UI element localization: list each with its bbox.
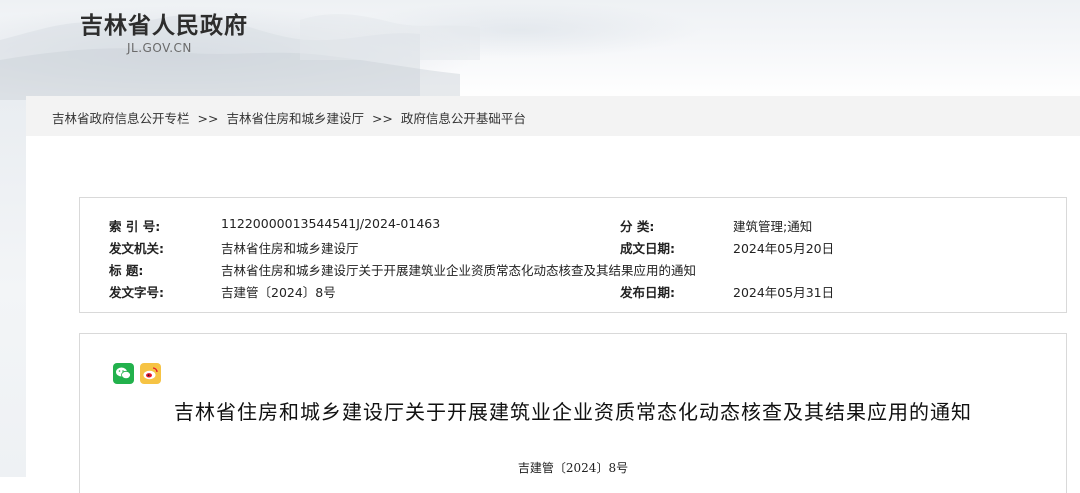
article-doc-number: 吉建管〔2024〕8号 <box>517 461 629 475</box>
breadcrumb-link-open-column[interactable]: 吉林省政府信息公开专栏 <box>52 111 190 126</box>
breadcrumb: 吉林省政府信息公开专栏 >> 吉林省住房和城乡建设厅 >> 政府信息公开基础平台 <box>52 108 526 127</box>
breadcrumb-link-department[interactable]: 吉林省住房和城乡建设厅 <box>226 111 364 126</box>
info-row-issuer: 发文机关: 吉林省住房和城乡建设厅 成文日期: 2024年05月20日 <box>80 238 1066 258</box>
issuer-value: 吉林省住房和城乡建设厅 <box>221 241 359 256</box>
site-logo-title[interactable]: 吉林省人民政府 <box>80 6 248 40</box>
breadcrumb-bar: 吉林省政府信息公开专栏 >> 吉林省住房和城乡建设厅 >> 政府信息公开基础平台 <box>26 96 1080 136</box>
breadcrumb-link-platform[interactable]: 政府信息公开基础平台 <box>401 111 526 126</box>
index-value: 11220000013544541J/2024-01463 <box>221 216 441 231</box>
site-domain: JL.GOV.CN <box>127 41 192 55</box>
created-date-value: 2024年05月20日 <box>733 241 835 256</box>
title-label: 标 题: <box>109 263 144 278</box>
issuer-label: 发文机关: <box>109 241 164 256</box>
article-container: 吉林省住房和城乡建设厅关于开展建筑业企业资质常态化动态核查及其结果应用的通知 吉… <box>79 333 1067 493</box>
breadcrumb-separator: >> <box>371 111 393 126</box>
article-title: 吉林省住房和城乡建设厅关于开展建筑业企业资质常态化动态核查及其结果应用的通知 <box>174 400 972 424</box>
info-row-title: 标 题: 吉林省住房和城乡建设厅关于开展建筑业企业资质常态化动态核查及其结果应用… <box>80 260 1066 280</box>
left-decorative-strip <box>0 100 26 477</box>
breadcrumb-separator: >> <box>197 111 219 126</box>
weibo-icon[interactable] <box>140 363 161 384</box>
document-info-box: 索 引 号: 11220000013544541J/2024-01463 分 类… <box>79 197 1067 313</box>
doc-number-label: 发文字号: <box>109 285 164 300</box>
info-row-docno: 发文字号: 吉建管〔2024〕8号 发布日期: 2024年05月31日 <box>80 282 1066 302</box>
published-date-value: 2024年05月31日 <box>733 285 835 300</box>
doc-number-value: 吉建管〔2024〕8号 <box>221 285 336 300</box>
wechat-icon[interactable] <box>113 363 134 384</box>
published-date-label: 发布日期: <box>620 285 675 300</box>
index-label: 索 引 号: <box>109 219 161 234</box>
info-row-index: 索 引 号: 11220000013544541J/2024-01463 分 类… <box>80 216 1066 236</box>
category-value: 建筑管理;通知 <box>733 219 813 234</box>
title-value: 吉林省住房和城乡建设厅关于开展建筑业企业资质常态化动态核查及其结果应用的通知 <box>221 263 697 278</box>
category-label: 分 类: <box>620 219 655 234</box>
created-date-label: 成文日期: <box>620 241 675 256</box>
site-header: 吉林省人民政府 JL.GOV.CN <box>0 0 1080 100</box>
